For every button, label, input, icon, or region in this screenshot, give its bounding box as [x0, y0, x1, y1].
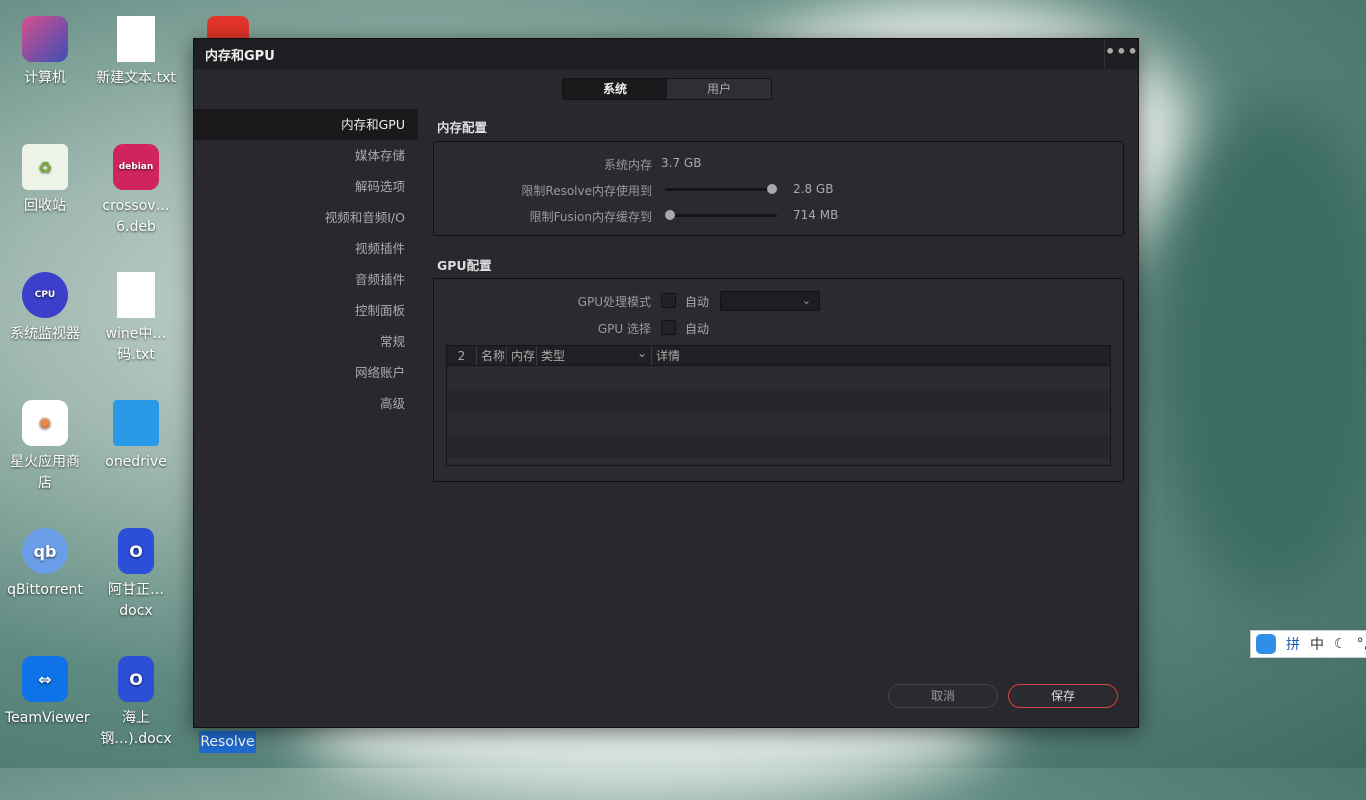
desktop-icon-qbittorrent[interactable]: qb qBittorrent: [5, 528, 85, 601]
teamviewer-icon: ⇔: [22, 656, 68, 702]
desktop-selected-label[interactable]: Resolve: [199, 731, 256, 753]
table-header: 2 名称 内存 类型 ⌄ 详情: [447, 346, 1110, 366]
resolve-limit-value: 2.8 GB: [793, 182, 834, 196]
tab-system[interactable]: 系统: [563, 79, 667, 99]
col-details[interactable]: 详情: [652, 346, 680, 365]
fusion-limit-label: 限制Fusion内存缓存到: [529, 210, 652, 224]
col-memory[interactable]: 内存: [507, 346, 537, 365]
system-memory-label: 系统内存: [603, 158, 652, 172]
tab-bar: 系统 用户: [562, 78, 772, 100]
folder-icon: [113, 400, 159, 446]
table-row: [447, 412, 1110, 435]
office-doc-icon: O: [118, 656, 154, 702]
app-store-icon: ✺: [22, 400, 68, 446]
memory-section-title: 内存配置: [437, 120, 488, 135]
tab-user[interactable]: 用户: [667, 79, 771, 99]
slider-knob[interactable]: [767, 184, 777, 194]
chevron-down-icon: ⌄: [636, 346, 647, 360]
office-doc-icon: O: [118, 528, 154, 574]
desktop-icon-store[interactable]: ✺ 星火应用商店: [5, 400, 85, 494]
col-count[interactable]: 2: [447, 346, 477, 365]
desktop-icon-trash[interactable]: ♻ 回收站: [5, 144, 85, 217]
gpu-mode-auto-checkbox[interactable]: [661, 293, 676, 308]
gpu-mode-auto-label: 自动: [685, 295, 710, 309]
desktop-icon-onedrive[interactable]: onedrive: [96, 400, 176, 473]
gpu-mode-dropdown[interactable]: ⌄: [720, 291, 820, 311]
system-memory-value: 3.7 GB: [661, 156, 702, 170]
sidebar-item-video-plugins[interactable]: 视频插件: [194, 233, 418, 264]
text-file-icon: [117, 272, 155, 318]
gpu-select-auto-label: 自动: [685, 322, 710, 336]
system-monitor-icon: CPU: [22, 272, 68, 318]
deb-package-icon: debian: [113, 144, 159, 190]
table-row: [447, 366, 1110, 389]
gpu-table: 2 名称 内存 类型 ⌄ 详情: [446, 345, 1111, 466]
slider-knob[interactable]: [665, 210, 675, 220]
gpu-section-title: GPU配置: [437, 258, 492, 273]
desktop-icon-docx2[interactable]: O 海上钢…).docx: [96, 656, 176, 750]
trash-icon: ♻: [22, 144, 68, 190]
more-options-icon[interactable]: •••: [1104, 39, 1138, 69]
desktop-icon-computer[interactable]: 计算机: [5, 16, 85, 89]
resolve-memory-slider[interactable]: [665, 184, 777, 194]
chevron-down-icon: ⌄: [801, 294, 811, 307]
col-type[interactable]: 类型 ⌄: [537, 346, 652, 365]
moon-icon[interactable]: ☾: [1334, 636, 1347, 652]
ifly-icon: [1256, 634, 1276, 654]
dialog-title: 内存和GPU: [205, 48, 275, 64]
ime-mode[interactable]: 拼: [1286, 634, 1300, 654]
desktop-icon-docx1[interactable]: O 阿甘正…docx: [96, 528, 176, 622]
fusion-limit-value: 714 MB: [793, 208, 839, 222]
fusion-cache-slider[interactable]: [665, 210, 777, 220]
sidebar-item-internet-accounts[interactable]: 网络账户: [194, 357, 418, 388]
sidebar-item-advanced[interactable]: 高级: [194, 388, 418, 419]
ime-toolbar[interactable]: 拼 中 ☾ °,: [1250, 630, 1366, 658]
gpu-config-panel: GPU处理模式 自动 ⌄ GPU 选择 自动 2 名称 内存 类型 ⌄ 详情: [433, 278, 1124, 482]
table-row: [447, 435, 1110, 458]
text-file-icon: [117, 16, 155, 62]
save-button[interactable]: 保存: [1008, 684, 1118, 708]
resolve-limit-label: 限制Resolve内存使用到: [521, 184, 652, 198]
title-bar: 内存和GPU •••: [194, 39, 1138, 69]
preferences-dialog: 内存和GPU ••• 系统 用户 内存和GPU 媒体存储 解码选项 视频和音频I/…: [193, 38, 1139, 728]
sidebar-item-memory-gpu[interactable]: 内存和GPU: [194, 109, 418, 140]
gpu-mode-label: GPU处理模式: [577, 295, 651, 309]
sidebar-item-audio-plugins[interactable]: 音频插件: [194, 264, 418, 295]
desktop-icon-text[interactable]: 新建文本.txt: [96, 16, 176, 89]
cancel-button[interactable]: 取消: [888, 684, 998, 708]
desktop-icon-wine[interactable]: wine中…码.txt: [96, 272, 176, 366]
col-name[interactable]: 名称: [477, 346, 507, 365]
desktop-icon-monitor[interactable]: CPU 系统监视器: [5, 272, 85, 345]
gpu-select-auto-checkbox[interactable]: [661, 320, 676, 335]
computer-icon: [22, 16, 68, 62]
qbittorrent-icon: qb: [22, 528, 68, 574]
ime-lang[interactable]: 中: [1310, 634, 1324, 654]
desktop-icon-deb[interactable]: debian crossov…6.deb: [96, 144, 176, 238]
ime-punct[interactable]: °,: [1357, 636, 1366, 652]
desktop-icon-teamviewer[interactable]: ⇔ TeamViewer: [5, 656, 90, 729]
table-row: [447, 389, 1110, 412]
gpu-select-label: GPU 选择: [597, 322, 651, 336]
memory-config-panel: 系统内存 3.7 GB 限制Resolve内存使用到 2.8 GB 限制Fusi…: [433, 141, 1124, 236]
